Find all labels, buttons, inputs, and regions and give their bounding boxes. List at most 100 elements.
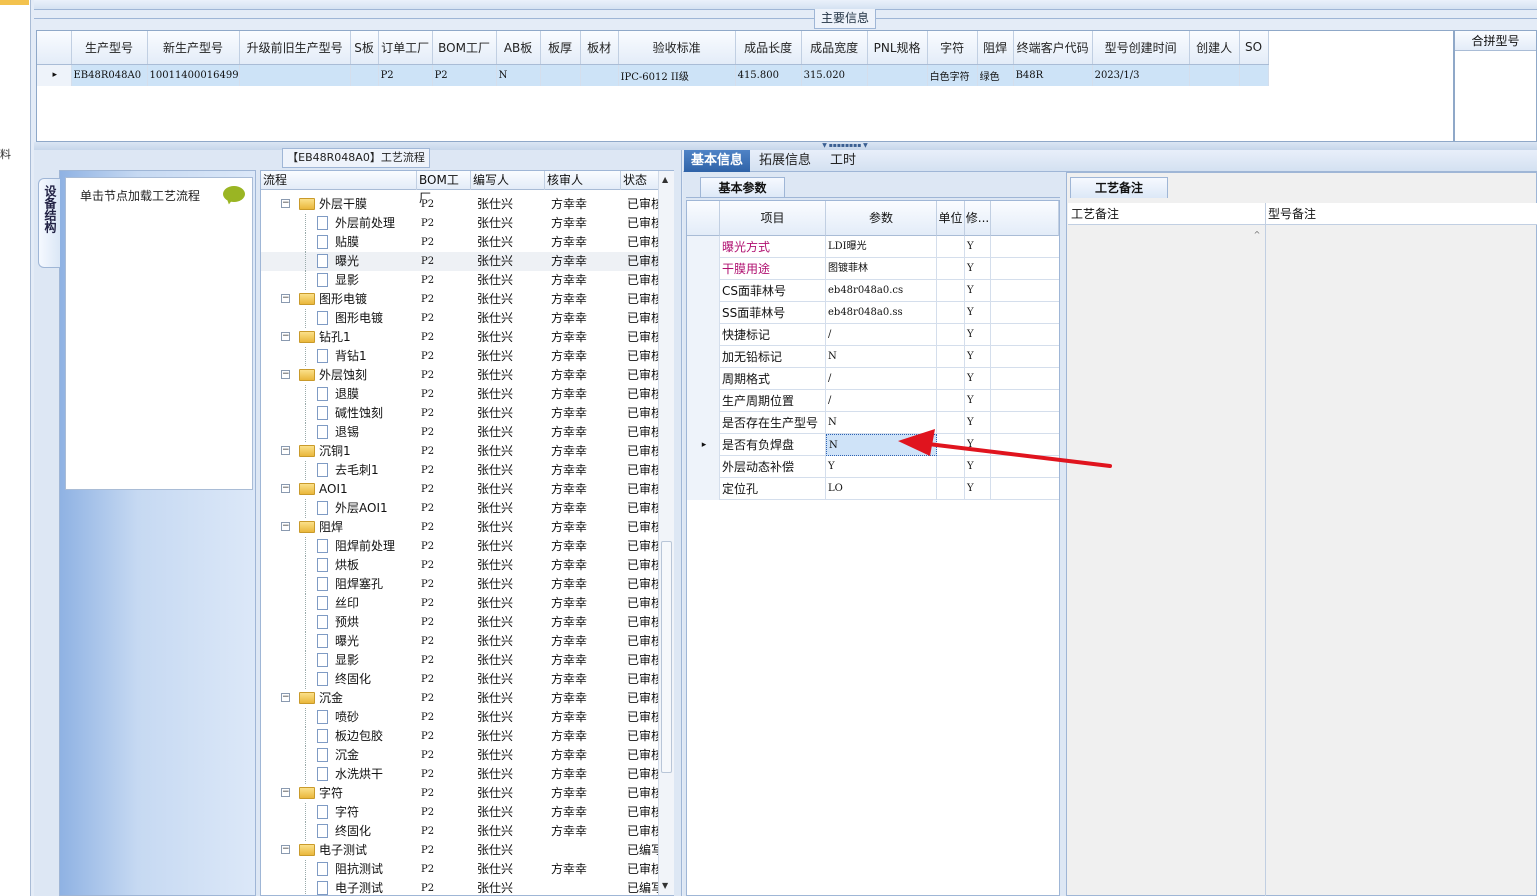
param-row[interactable]: SS面菲林号 eb48r048a0.ss Y [687, 302, 1059, 324]
row-header[interactable] [687, 412, 720, 434]
tree-row[interactable]: 外层AOI1 P2 张仕兴 方幸幸 已审核 [261, 499, 661, 518]
tree-row[interactable]: 退膜 P2 张仕兴 方幸幸 已审核 [261, 385, 661, 404]
table-cell[interactable]: B48R [1013, 64, 1093, 86]
collapse-icon[interactable]: − [281, 199, 290, 208]
collapse-icon[interactable]: − [281, 788, 290, 797]
tab-extended-info[interactable]: 拓展信息 [754, 150, 816, 172]
param-cell-mod[interactable]: Y [965, 236, 991, 258]
collapse-icon[interactable]: − [281, 845, 290, 854]
param-row[interactable]: CS面菲林号 eb48r048a0.cs Y [687, 280, 1059, 302]
tree-row[interactable]: − 沉铜1 P2 张仕兴 方幸幸 已审核 [261, 442, 661, 461]
param-cell-mod[interactable]: Y [965, 368, 991, 390]
collapse-icon[interactable]: − [281, 294, 290, 303]
tab-basic-params[interactable]: 基本参数 [700, 177, 785, 198]
column-header[interactable]: BOM工厂 [432, 31, 497, 65]
params-column-header[interactable]: 单位 [937, 201, 965, 236]
column-header[interactable]: 升级前旧生产型号 [239, 31, 351, 65]
table-cell[interactable]: IPC-6012 II级 [618, 64, 736, 86]
table-cell[interactable]: 315.020 [801, 64, 868, 86]
collapse-icon[interactable]: − [281, 693, 290, 702]
tree-row[interactable]: 烘板 P2 张仕兴 方幸幸 已审核 [261, 556, 661, 575]
table-row[interactable]: ▸ EB48R048A0 10011400016499 P2 P2 N IPC-6012 I… [37, 64, 1269, 86]
tree-row[interactable]: 退锡 P2 张仕兴 方幸幸 已审核 [261, 423, 661, 442]
tree-row[interactable]: 曝光 P2 张仕兴 方幸幸 已审核 [261, 252, 661, 271]
tree-row[interactable]: − 沉金 P2 张仕兴 方幸幸 已审核 [261, 689, 661, 708]
tree-row[interactable]: − 图形电镀 P2 张仕兴 方幸幸 已审核 [261, 290, 661, 309]
param-cell-value[interactable]: eb48r048a0.cs [826, 280, 937, 302]
param-cell-unit[interactable] [937, 258, 965, 280]
params-column-header[interactable]: 项目 [720, 201, 826, 236]
table-cell[interactable]: 2023/1/3 [1092, 64, 1190, 86]
param-cell-mod[interactable]: Y [965, 302, 991, 324]
param-cell-unit[interactable] [937, 390, 965, 412]
param-cell-unit[interactable] [937, 280, 965, 302]
table-cell[interactable] [239, 64, 351, 86]
table-cell[interactable]: N [496, 64, 541, 86]
tree-row[interactable]: 阻焊塞孔 P2 张仕兴 方幸幸 已审核 [261, 575, 661, 594]
column-header[interactable]: 创建人 [1189, 31, 1240, 65]
param-cell-unit[interactable] [937, 368, 965, 390]
row-header[interactable] [687, 236, 720, 258]
tree-row[interactable]: − 电子测试 P2 张仕兴 已编写 [261, 841, 661, 860]
param-cell-mod[interactable]: Y [965, 346, 991, 368]
table-cell[interactable]: P2 [432, 64, 497, 86]
splitter-grip-icon[interactable]: ▼ ▪▪▪▪▪▪▪▪ ▼ [812, 143, 878, 149]
param-cell-mod[interactable]: Y [965, 390, 991, 412]
tree-row[interactable]: 曝光 P2 张仕兴 方幸幸 已审核 [261, 632, 661, 651]
param-cell-value[interactable]: Y [826, 456, 937, 478]
scroll-thumb[interactable] [661, 541, 672, 773]
column-header[interactable]: SO [1239, 31, 1269, 65]
param-cell-value[interactable]: LDI曝光 [826, 236, 937, 258]
param-cell-value[interactable]: N [826, 346, 937, 368]
table-cell[interactable] [1239, 64, 1269, 86]
param-cell-mod[interactable]: Y [965, 434, 991, 456]
param-row[interactable]: ▸ 是否有负焊盘 N Y [687, 434, 1059, 456]
param-cell-mod[interactable]: Y [965, 412, 991, 434]
param-cell-unit[interactable] [937, 302, 965, 324]
table-cell[interactable] [1189, 64, 1240, 86]
table-cell[interactable]: 绿色 [977, 64, 1014, 86]
param-cell-mod[interactable]: Y [965, 324, 991, 346]
tree-row[interactable]: 图形电镀 P2 张仕兴 方幸幸 已审核 [261, 309, 661, 328]
flow-column-header[interactable]: BOM工厂 [417, 171, 471, 205]
tree-row[interactable]: 碱性蚀刻 P2 张仕兴 方幸幸 已审核 [261, 404, 661, 423]
param-cell-mod[interactable]: Y [965, 280, 991, 302]
tree-row[interactable]: 阻抗测试 P2 张仕兴 方幸幸 已审核 [261, 860, 661, 879]
column-header[interactable]: 生产型号 [71, 31, 148, 65]
table-cell[interactable] [540, 64, 581, 86]
tab-basic-info[interactable]: 基本信息 [684, 150, 750, 172]
tree-row[interactable]: 丝印 P2 张仕兴 方幸幸 已审核 [261, 594, 661, 613]
param-cell-mod[interactable]: Y [965, 478, 991, 500]
table-cell[interactable]: EB48R048A0 [71, 64, 148, 86]
collapse-icon[interactable]: − [281, 484, 290, 493]
param-row[interactable]: 加无铅标记 N Y [687, 346, 1059, 368]
column-header[interactable]: 订单工厂 [378, 31, 433, 65]
table-cell[interactable] [867, 64, 928, 86]
column-header[interactable]: AB板 [496, 31, 541, 65]
column-header[interactable]: 成品宽度 [801, 31, 868, 65]
param-cell-value[interactable]: N [826, 412, 937, 434]
tree-row[interactable]: 终固化 P2 张仕兴 方幸幸 已审核 [261, 670, 661, 689]
tree-row[interactable]: 喷砂 P2 张仕兴 方幸幸 已审核 [261, 708, 661, 727]
tree-row[interactable]: − AOI1 P2 张仕兴 方幸幸 已审核 [261, 480, 661, 499]
tree-row[interactable]: 板边包胶 P2 张仕兴 方幸幸 已审核 [261, 727, 661, 746]
tree-row[interactable]: 显影 P2 张仕兴 方幸幸 已审核 [261, 651, 661, 670]
row-marker-icon[interactable]: ▸ [37, 64, 72, 86]
param-cell-value[interactable]: / [826, 390, 937, 412]
column-header[interactable]: 板材 [580, 31, 619, 65]
param-cell-unit[interactable] [937, 478, 965, 500]
table-cell[interactable]: 415.800 [735, 64, 802, 86]
row-header[interactable] [687, 346, 720, 368]
column-header[interactable]: 型号创建时间 [1092, 31, 1190, 65]
param-cell-unit[interactable] [937, 434, 965, 456]
param-row[interactable]: 周期格式 / Y [687, 368, 1059, 390]
tree-row[interactable]: − 钻孔1 P2 张仕兴 方幸幸 已审核 [261, 328, 661, 347]
flow-column-header[interactable]: 编写人 [471, 171, 545, 190]
column-header[interactable]: 板厚 [540, 31, 581, 65]
tree-row[interactable]: 贴膜 P2 张仕兴 方幸幸 已审核 [261, 233, 661, 252]
flow-column-header[interactable]: 流程 [261, 171, 417, 190]
tree-row[interactable]: − 阻焊 P2 张仕兴 方幸幸 已审核 [261, 518, 661, 537]
param-cell-value[interactable]: 图镀菲林 [826, 258, 937, 280]
tree-row[interactable]: 水洗烘干 P2 张仕兴 方幸幸 已审核 [261, 765, 661, 784]
table-cell[interactable] [350, 64, 379, 86]
